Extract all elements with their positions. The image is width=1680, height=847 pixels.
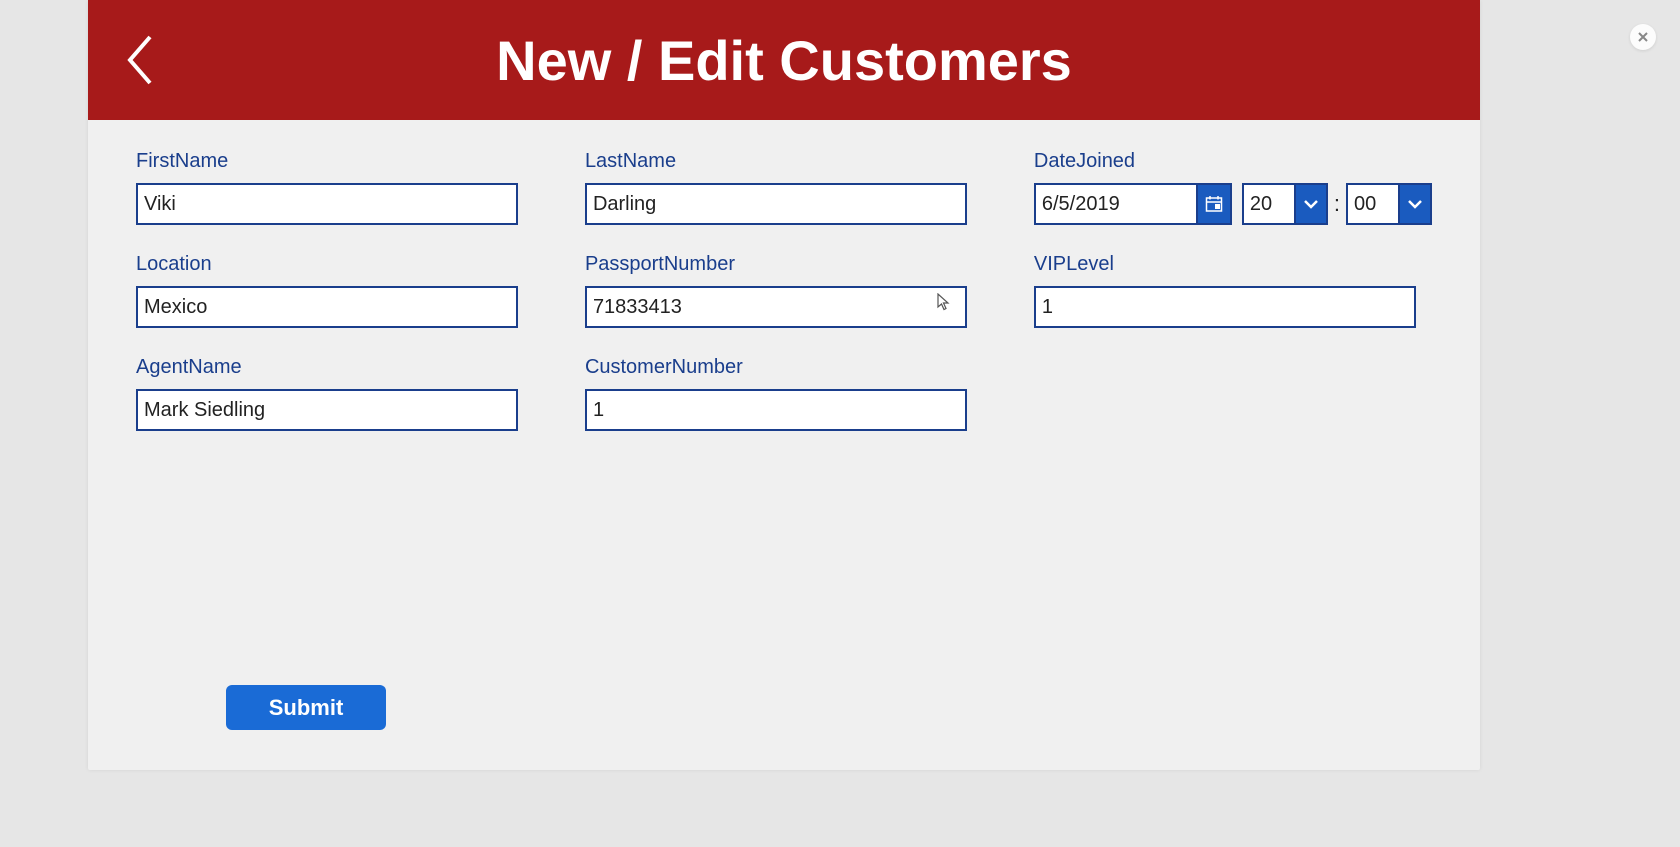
label-agentname: AgentName: [136, 356, 525, 379]
field-firstname: FirstName: [136, 150, 525, 225]
passportnumber-input[interactable]: [585, 286, 967, 328]
chevron-down-icon: [1302, 198, 1320, 210]
chevron-left-icon: [124, 31, 156, 89]
firstname-input[interactable]: [136, 183, 518, 225]
hour-dropdown-button[interactable]: [1294, 183, 1328, 225]
minute-value: 00: [1346, 183, 1398, 225]
hour-value: 20: [1242, 183, 1294, 225]
minute-dropdown-button[interactable]: [1398, 183, 1432, 225]
page-title: New / Edit Customers: [88, 28, 1480, 93]
label-location: Location: [136, 253, 525, 276]
date-picker-button[interactable]: [1196, 183, 1232, 225]
time-separator: :: [1334, 191, 1340, 217]
label-customernumber: CustomerNumber: [585, 356, 974, 379]
label-firstname: FirstName: [136, 150, 525, 173]
date-input-wrap: [1034, 183, 1232, 225]
datejoined-controls: 20 : 00: [1034, 183, 1432, 225]
hour-select[interactable]: 20: [1242, 183, 1328, 225]
close-icon: [1637, 31, 1649, 43]
customernumber-input[interactable]: [585, 389, 967, 431]
header-bar: New / Edit Customers: [88, 0, 1480, 120]
field-location: Location: [136, 253, 525, 328]
viplevel-input[interactable]: [1034, 286, 1416, 328]
field-datejoined: DateJoined 20: [1034, 150, 1432, 225]
back-button[interactable]: [118, 28, 162, 92]
form-panel: New / Edit Customers FirstName LastName …: [88, 0, 1480, 770]
field-lastname: LastName: [585, 150, 974, 225]
field-customernumber: CustomerNumber: [585, 356, 974, 431]
form-grid: FirstName LastName DateJoined: [88, 120, 1480, 431]
calendar-icon: [1205, 195, 1223, 213]
field-agentname: AgentName: [136, 356, 525, 431]
label-lastname: LastName: [585, 150, 974, 173]
close-button[interactable]: [1630, 24, 1656, 50]
location-input[interactable]: [136, 286, 518, 328]
field-passportnumber: PassportNumber: [585, 253, 974, 328]
label-datejoined: DateJoined: [1034, 150, 1432, 173]
agentname-input[interactable]: [136, 389, 518, 431]
chevron-down-icon: [1406, 198, 1424, 210]
label-viplevel: VIPLevel: [1034, 253, 1432, 276]
lastname-input[interactable]: [585, 183, 967, 225]
minute-select[interactable]: 00: [1346, 183, 1432, 225]
label-passportnumber: PassportNumber: [585, 253, 974, 276]
field-viplevel: VIPLevel: [1034, 253, 1432, 328]
submit-button[interactable]: Submit: [226, 685, 386, 730]
date-input[interactable]: [1034, 183, 1196, 225]
